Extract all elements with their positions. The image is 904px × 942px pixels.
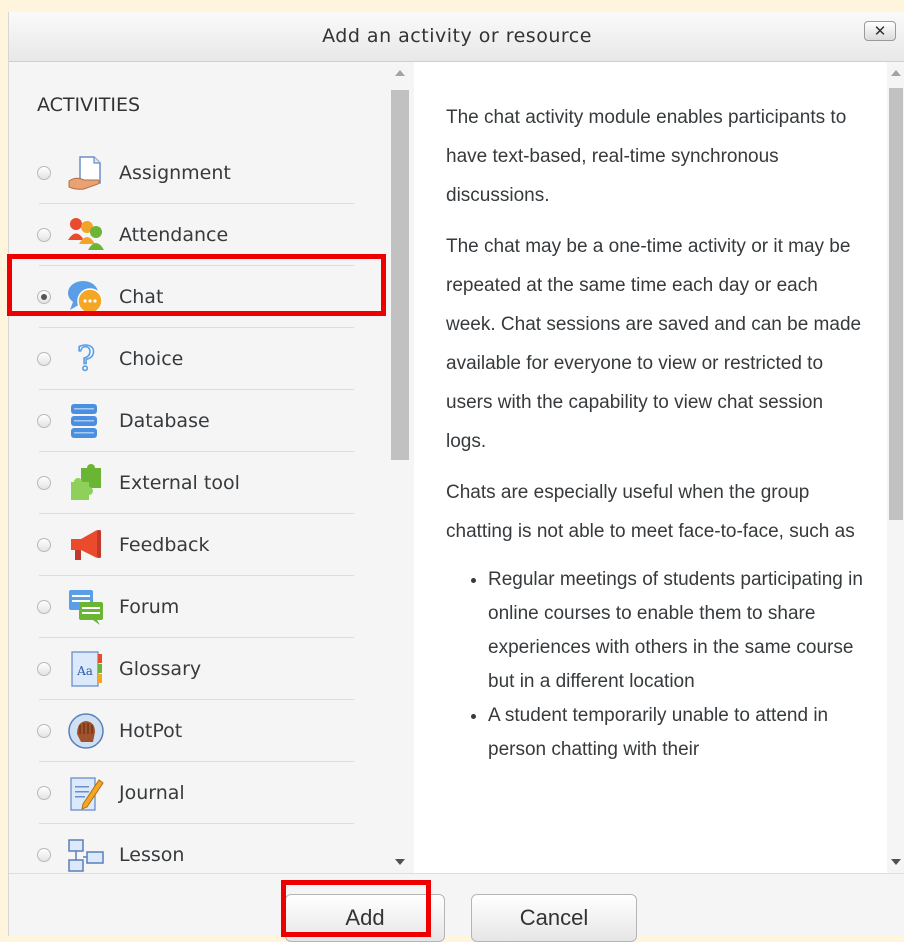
chat-highlight-box	[7, 254, 386, 316]
scrollbar-thumb[interactable]	[391, 90, 409, 460]
option-label: Choice	[119, 348, 184, 370]
option-lesson[interactable]: Lesson	[27, 826, 354, 873]
divider	[39, 327, 354, 328]
activities-scrollbar[interactable]	[388, 62, 412, 873]
scroll-up-icon[interactable]	[395, 70, 405, 76]
journal-icon	[67, 774, 105, 812]
description-bullet: Regular meetings of students participati…	[488, 563, 866, 699]
activities-list[interactable]: ACTIVITIES Assignment Attendance Chat ? …	[9, 62, 414, 873]
hotpot-icon	[67, 712, 105, 750]
option-label: Lesson	[119, 844, 185, 866]
database-icon	[67, 402, 105, 440]
forum-icon	[67, 588, 105, 626]
option-journal[interactable]: Journal	[27, 764, 354, 824]
option-assignment[interactable]: Assignment	[27, 144, 354, 204]
radio-feedback[interactable]	[37, 538, 51, 552]
add-highlight-box	[281, 880, 431, 937]
option-label: Attendance	[119, 224, 229, 246]
activity-description: The chat activity module enables partici…	[446, 98, 866, 767]
option-forum[interactable]: Forum	[27, 578, 354, 638]
close-icon: ✕	[873, 22, 887, 40]
radio-assignment[interactable]	[37, 166, 51, 180]
choice-icon: ?	[67, 338, 105, 380]
radio-journal[interactable]	[37, 786, 51, 800]
option-label: Forum	[119, 596, 180, 618]
radio-glossary[interactable]	[37, 662, 51, 676]
divider	[39, 513, 354, 514]
scroll-down-icon[interactable]	[891, 859, 901, 865]
dialog-title: Add an activity or resource	[322, 25, 592, 47]
scroll-down-icon[interactable]	[395, 859, 405, 865]
description-paragraph: The chat activity module enables partici…	[446, 107, 847, 206]
description-scrollbar[interactable]	[887, 62, 904, 873]
description-bullet: A student temporarily unable to attend i…	[488, 699, 866, 767]
option-label: External tool	[119, 472, 240, 494]
activities-header: ACTIVITIES	[37, 94, 141, 116]
description-paragraph: The chat may be a one-time activity or i…	[446, 236, 862, 452]
option-label: Feedback	[119, 534, 210, 556]
radio-forum[interactable]	[37, 600, 51, 614]
radio-database[interactable]	[37, 414, 51, 428]
cancel-button[interactable]: Cancel	[471, 894, 637, 942]
option-external-tool[interactable]: External tool	[27, 454, 354, 514]
radio-hotpot[interactable]	[37, 724, 51, 738]
dialog-footer: Add Cancel	[9, 873, 904, 942]
radio-external-tool[interactable]	[37, 476, 51, 490]
dialog-titlebar: Add an activity or resource	[9, 12, 904, 62]
option-label: Glossary	[119, 658, 202, 680]
radio-choice[interactable]	[37, 352, 51, 366]
description-paragraph: Chats are especially useful when the gro…	[446, 482, 855, 542]
radio-lesson[interactable]	[37, 848, 51, 862]
glossary-icon: Aa	[67, 650, 105, 688]
divider	[39, 699, 354, 700]
option-label: Journal	[119, 782, 185, 804]
option-choice[interactable]: ? Choice	[27, 330, 354, 390]
divider	[39, 761, 354, 762]
option-hotpot[interactable]: HotPot	[27, 702, 354, 762]
feedback-icon	[67, 526, 105, 564]
attendance-icon	[67, 216, 105, 254]
divider	[39, 451, 354, 452]
option-label: Database	[119, 410, 210, 432]
divider	[39, 389, 354, 390]
radio-attendance[interactable]	[37, 228, 51, 242]
option-feedback[interactable]: Feedback	[27, 516, 354, 576]
svg-text:Aa: Aa	[76, 664, 93, 678]
description-list: Regular meetings of students participati…	[446, 563, 866, 767]
scroll-up-icon[interactable]	[891, 70, 901, 76]
option-database[interactable]: Database	[27, 392, 354, 452]
lesson-icon	[67, 836, 105, 873]
option-glossary[interactable]: Aa Glossary	[27, 640, 354, 700]
assignment-icon	[67, 154, 105, 192]
divider	[39, 575, 354, 576]
external-tool-icon	[67, 464, 105, 502]
description-pane: The chat activity module enables partici…	[414, 62, 904, 873]
option-label: HotPot	[119, 720, 183, 742]
divider	[39, 203, 354, 204]
divider	[39, 823, 354, 824]
svg-text:?: ?	[77, 340, 95, 378]
divider	[39, 637, 354, 638]
scrollbar-thumb[interactable]	[889, 88, 903, 520]
add-activity-dialog: Add an activity or resource ACTIVITIES A…	[8, 12, 904, 942]
close-button[interactable]: ✕	[864, 21, 896, 41]
option-label: Assignment	[119, 162, 231, 184]
